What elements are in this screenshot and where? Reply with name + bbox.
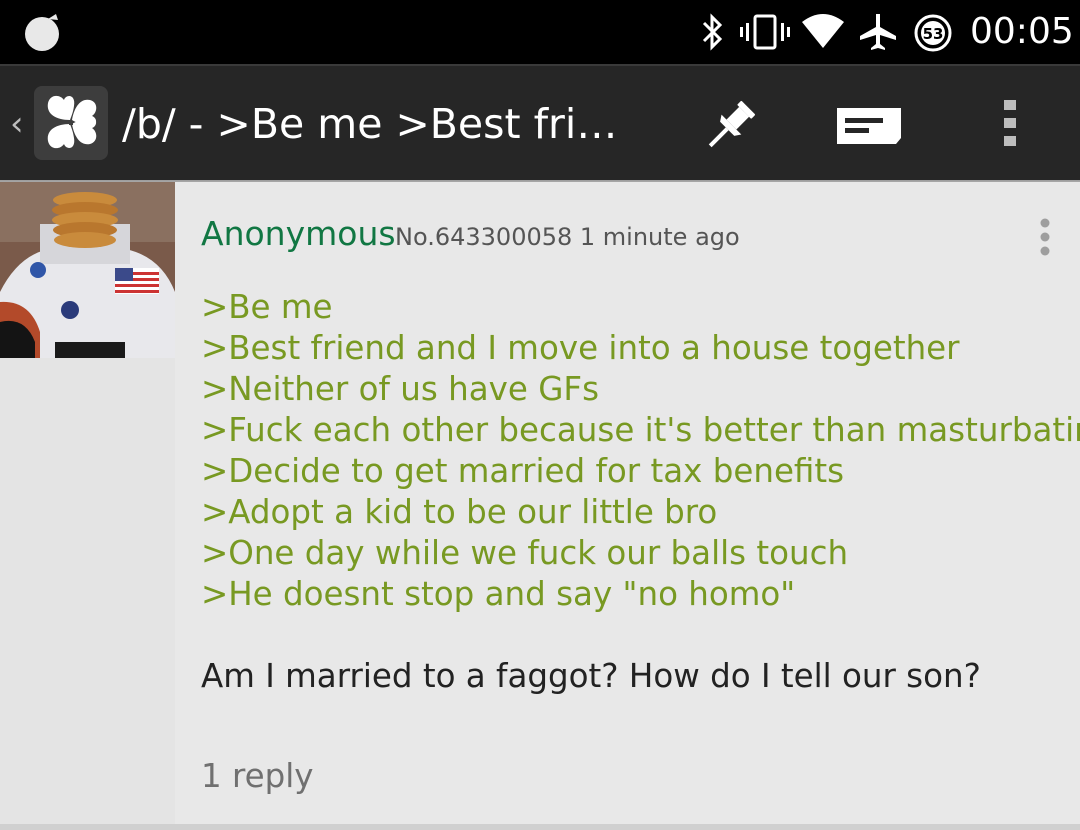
poster-name: Anonymous [201, 214, 396, 253]
status-bar: 53 00:05 [0, 0, 1080, 64]
greentext-line: >Be me [201, 288, 333, 326]
pin-icon[interactable] [698, 94, 762, 158]
greentext-block: >Be me >Best friend and I move into a ho… [201, 287, 1080, 615]
greentext-line: >One day while we fuck our balls touch [201, 534, 849, 572]
vibrate-icon [740, 12, 790, 56]
post-meta: No.643300058 1 minute ago [395, 223, 740, 251]
greentext-line: >Fuck each other because it's better tha… [201, 411, 1080, 449]
action-bar: ‹ /b/ - >Be me >Best frien... [0, 64, 1080, 180]
divider [0, 824, 1080, 830]
overflow-menu-icon[interactable] [978, 94, 1042, 158]
greentext-line: >He doesnt stop and say "no homo" [201, 575, 796, 613]
greentext-line: >Decide to get married for tax benefits [201, 452, 845, 490]
wifi-icon [800, 12, 846, 56]
greentext-line: >Neither of us have GFs [201, 370, 599, 408]
post: Anonymous No.643300058 1 minute ago >Be … [175, 182, 1080, 826]
airplane-icon [856, 12, 900, 56]
notification-icon [22, 12, 66, 52]
clover-logo-icon[interactable] [34, 86, 108, 160]
post-body: Am I married to a faggot? How do I tell … [201, 657, 981, 695]
back-arrow-icon[interactable]: ‹ [10, 104, 24, 144]
battery-icon: 53 [914, 14, 952, 56]
clock: 00:05 [970, 11, 1074, 52]
bluetooth-icon [698, 12, 726, 56]
greentext-line: >Adopt a kid to be our little bro [201, 493, 718, 531]
replies-link[interactable]: 1 reply [201, 754, 314, 798]
greentext-line: >Best friend and I move into a house tog… [201, 329, 960, 367]
battery-level: 53 [923, 25, 944, 43]
post-options-icon[interactable] [1037, 218, 1053, 256]
reply-icon[interactable] [834, 94, 901, 158]
post-thumbnail[interactable] [0, 182, 175, 358]
thread-title: /b/ - >Be me >Best frien... [122, 100, 642, 148]
